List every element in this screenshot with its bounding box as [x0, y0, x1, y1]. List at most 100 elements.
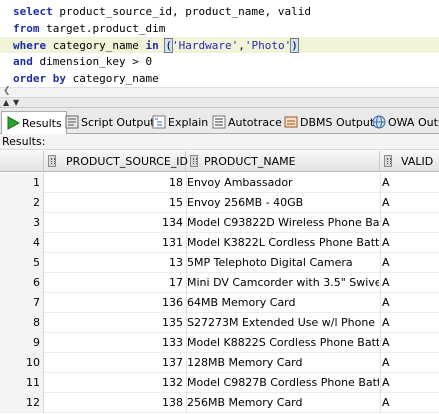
sql-line[interactable]: from target.product_dim	[13, 21, 311, 38]
tab-label: OWA Outp	[388, 116, 439, 129]
table-row[interactable]: 12 138 256MB Memory Card A	[0, 393, 439, 413]
cell-product-source-id[interactable]: 132	[44, 373, 185, 393]
tab-script-output[interactable]: Script Output	[61, 111, 159, 134]
sql-token: where	[13, 38, 47, 52]
column-header-product-source-id[interactable]: PRODUCT_SOURCE_ID	[44, 151, 188, 172]
table-row[interactable]: 4 131 Model K3822L Cordless Phone Battery A	[0, 233, 439, 253]
cell-valid[interactable]: A	[380, 293, 439, 313]
sql-token: target.product_dim	[39, 21, 166, 35]
cell-valid[interactable]: A	[380, 273, 439, 293]
cell-product-source-id[interactable]: 15	[44, 193, 185, 213]
table-row[interactable]: 7 136 64MB Memory Card A	[0, 293, 439, 313]
sql-line[interactable]: select product_source_id, product_name, …	[13, 4, 311, 21]
tab-autotrace[interactable]: Autotrace	[208, 111, 286, 134]
cell-valid[interactable]: A	[380, 373, 439, 393]
cell-product-source-id[interactable]: 135	[44, 313, 185, 333]
column-drag-icon[interactable]	[190, 155, 198, 167]
tab-owa-output[interactable]: OWA Outp	[368, 111, 439, 134]
column-drag-icon[interactable]	[384, 155, 392, 167]
cell-valid[interactable]: A	[380, 193, 439, 213]
cell-product-source-id[interactable]: 18	[44, 173, 185, 193]
tab-results[interactable]: Results	[1, 111, 67, 135]
tab-label: Script Output	[81, 116, 155, 129]
row-number[interactable]: 3	[0, 213, 44, 233]
collapse-down-icon[interactable]: ▼	[13, 98, 19, 107]
column-header-label: VALID	[401, 155, 434, 168]
results-label: Results:	[0, 134, 439, 150]
editor-results-splitter[interactable]: ▲ ▼	[0, 98, 439, 108]
sql-token: )	[290, 37, 299, 53]
cell-product-name[interactable]: Model K8822S Cordless Phone Battery	[186, 333, 379, 353]
sql-token: in	[145, 38, 159, 52]
cell-product-name[interactable]: Model K3822L Cordless Phone Battery	[186, 233, 379, 253]
cell-product-name[interactable]: 64MB Memory Card	[186, 293, 379, 313]
cell-product-source-id[interactable]: 136	[44, 293, 185, 313]
row-number[interactable]: 5	[0, 253, 44, 273]
table-row[interactable]: 2 15 Envoy 256MB - 40GB A	[0, 193, 439, 213]
cell-product-name[interactable]: Envoy Ambassador	[186, 173, 379, 193]
sql-editor[interactable]: select product_source_id, product_name, …	[0, 0, 439, 98]
row-number[interactable]: 6	[0, 273, 44, 293]
cell-product-name[interactable]: 256MB Memory Card	[186, 393, 379, 413]
cell-valid[interactable]: A	[380, 173, 439, 193]
row-number[interactable]: 12	[0, 393, 44, 413]
editor-horizontal-scrollbar[interactable]: ❮	[0, 86, 439, 97]
column-header-valid[interactable]: VALID	[380, 151, 439, 172]
row-number[interactable]: 1	[0, 173, 44, 193]
tab-explain[interactable]: Explain	[148, 111, 212, 134]
row-number[interactable]: 10	[0, 353, 44, 373]
sql-code[interactable]: select product_source_id, product_name, …	[13, 4, 311, 88]
row-number[interactable]: 7	[0, 293, 44, 313]
cell-valid[interactable]: A	[380, 353, 439, 373]
table-row[interactable]: 9 133 Model K8822S Cordless Phone Battery A	[0, 333, 439, 353]
cell-product-source-id[interactable]: 13	[44, 253, 185, 273]
sql-line[interactable]: and dimension_key > 0	[13, 54, 311, 71]
tab-label: DBMS Output	[300, 116, 375, 129]
cell-valid[interactable]: A	[380, 213, 439, 233]
cell-valid[interactable]: A	[380, 253, 439, 273]
column-drag-icon[interactable]	[48, 155, 56, 167]
cell-product-name[interactable]: S27273M Extended Use w/l Phone Batt.	[186, 313, 379, 333]
cell-product-source-id[interactable]: 17	[44, 273, 185, 293]
table-row[interactable]: 8135S27273M Extended Use w/l Phone Batt.…	[0, 313, 439, 333]
row-number[interactable]: 9	[0, 333, 44, 353]
cell-product-name[interactable]: Envoy 256MB - 40GB	[186, 193, 379, 213]
row-number[interactable]: 4	[0, 233, 44, 253]
sql-token: dimension_key > 0	[32, 55, 153, 69]
play-icon	[7, 116, 20, 130]
column-header-product-name[interactable]: PRODUCT_NAME	[186, 151, 380, 172]
results-grid[interactable]: PRODUCT_SOURCE_ID PRODUCT_NAME VALID 1 18…	[0, 151, 439, 414]
table-row[interactable]: 10 137 128MB Memory Card A	[0, 353, 439, 373]
sql-line[interactable]: where category_name in ('Hardware','Phot…	[13, 37, 311, 55]
cell-product-source-id[interactable]: 138	[44, 393, 185, 413]
cell-product-source-id[interactable]: 131	[44, 233, 185, 253]
cell-product-name[interactable]: 5MP Telephoto Digital Camera	[186, 253, 379, 273]
tab-label: Autotrace	[228, 116, 282, 129]
cell-valid[interactable]: A	[380, 393, 439, 413]
scroll-left-icon[interactable]: ❮	[3, 86, 11, 96]
row-number[interactable]: 8	[0, 313, 44, 333]
cell-product-name[interactable]: Model C9827B Cordless Phone Battery	[186, 373, 379, 393]
cell-product-source-id[interactable]: 134	[44, 213, 185, 233]
cell-product-name[interactable]: 128MB Memory Card	[186, 353, 379, 373]
table-row[interactable]: 3134Model C93822D Wireless Phone Battery…	[0, 213, 439, 233]
tab-dbms-output[interactable]: DBMS Output	[280, 111, 378, 134]
row-number-header	[0, 151, 44, 172]
collapse-up-icon[interactable]: ▲	[3, 98, 9, 107]
table-row[interactable]: 5 13 5MP Telephoto Digital Camera A	[0, 253, 439, 273]
table-row[interactable]: 11 132 Model C9827B Cordless Phone Battery…	[0, 373, 439, 393]
cell-valid[interactable]: A	[380, 313, 439, 333]
cell-product-source-id[interactable]: 137	[44, 353, 185, 373]
sql-line[interactable]: order by category_name	[13, 71, 311, 88]
cell-product-source-id[interactable]: 133	[44, 333, 185, 353]
cell-valid[interactable]: A	[380, 233, 439, 253]
row-number[interactable]: 2	[0, 193, 44, 213]
row-number[interactable]: 11	[0, 373, 44, 393]
cell-product-name[interactable]: Model C93822D Wireless Phone Battery	[186, 213, 379, 233]
table-row[interactable]: 1 18 Envoy Ambassador A	[0, 173, 439, 193]
cell-product-name[interactable]: Mini DV Camcorder with 3.5" Swivel LCD	[186, 273, 379, 293]
grid-header: PRODUCT_SOURCE_ID PRODUCT_NAME VALID	[0, 151, 439, 172]
cell-valid[interactable]: A	[380, 333, 439, 353]
table-row[interactable]: 617Mini DV Camcorder with 3.5" Swivel LC…	[0, 273, 439, 293]
sql-token: select	[13, 5, 53, 18]
